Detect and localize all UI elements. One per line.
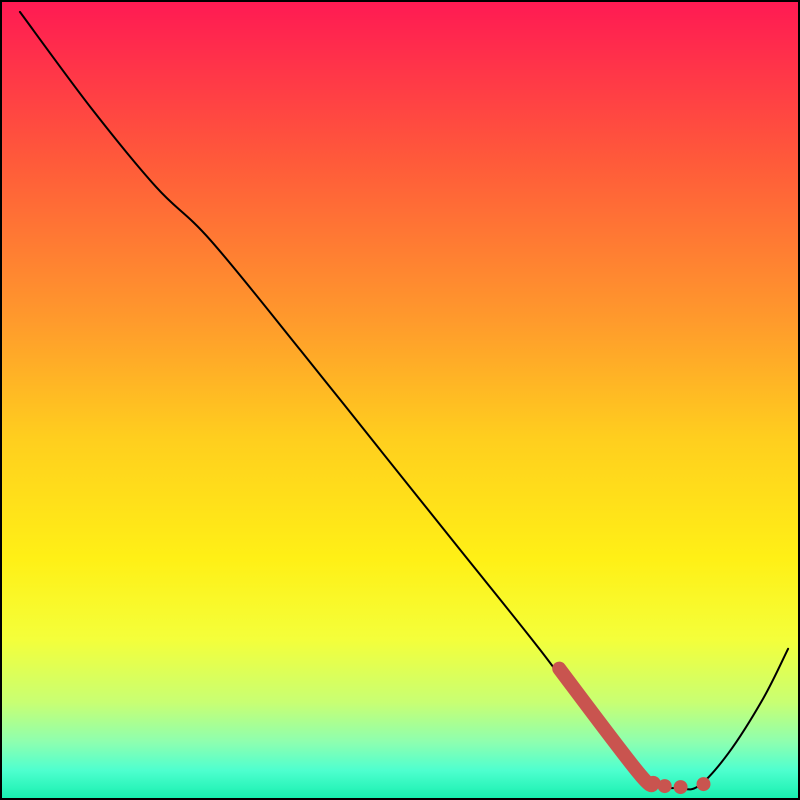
chart-canvas	[2, 2, 798, 798]
dot-2	[674, 780, 688, 794]
dot-3	[697, 777, 711, 791]
gradient-background	[2, 2, 798, 798]
dot-1	[658, 779, 672, 793]
chart-frame: TheBottleneck.com	[0, 0, 800, 800]
